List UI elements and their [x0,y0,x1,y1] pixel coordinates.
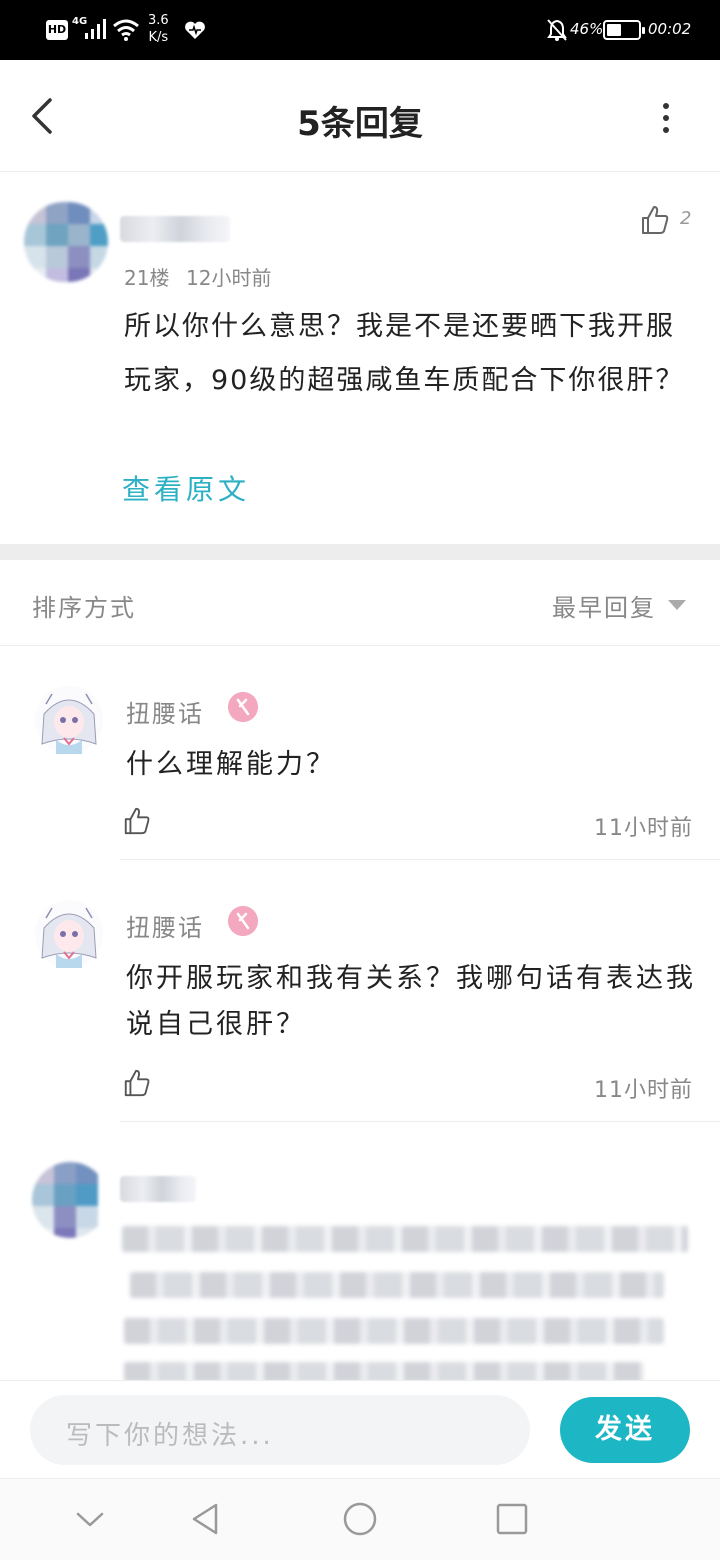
nav-recents-icon[interactable] [494,1501,530,1537]
wifi-icon [113,19,139,41]
sort-label: 排序方式 [32,594,136,622]
battery-percent: 46% [570,20,604,38]
heart-icon [185,21,205,39]
nav-collapse-icon[interactable] [72,1501,108,1537]
signal-icon [85,19,106,39]
avatar[interactable] [34,684,104,756]
speed-unit: K/s [148,30,169,45]
redacted-text-line [124,1362,644,1380]
reply-text: 你开服玩家和我有关系？我哪句话有表达我说自己很肝？ [126,963,696,1040]
avatar[interactable] [24,202,108,282]
comment-input[interactable]: 写下你的想法... [30,1395,530,1465]
redacted-text-line [124,1318,664,1344]
reply-time: 11小时前 [594,1078,693,1103]
thumbs-up-icon[interactable] [122,1068,152,1098]
network-speed: 3.6 K/s [148,12,169,46]
redacted-text-line [130,1272,664,1298]
redacted-text-line [122,1226,688,1252]
section-divider [0,544,720,560]
more-vert-icon[interactable] [656,100,676,136]
reply-username[interactable]: 扭腰话 [126,908,204,943]
reply-text: 什么理解能力？ [126,749,336,780]
reply-username[interactable]: 扭腰话 [126,694,204,729]
clock: 00:02 [648,20,692,38]
comment-input-bar: 写下你的想法... 发送 [0,1380,720,1478]
nav-home-icon[interactable] [342,1501,378,1537]
username-redacted[interactable] [120,216,230,242]
thumbs-up-icon[interactable] [122,806,152,836]
original-comment: 21楼 12小时前 2 所以你什么意思？我是不是还要晒下我开服玩家，90级的超强… [0,172,720,544]
send-button[interactable]: 发送 [560,1397,690,1463]
status-bar: HD 4G 3.6 K/s 46% 00:02 [0,0,720,60]
reply-item-redacted [0,1122,720,1380]
user-badge-icon [228,906,258,936]
nav-back-icon[interactable] [188,1501,224,1537]
app-header: 5条回复 [0,60,720,172]
sort-bar: 排序方式 最早回复 [0,560,720,646]
page-title: 5条回复 [297,104,423,144]
reply-time: 11小时前 [594,816,693,841]
comment-text: 所以你什么意思？我是不是还要晒下我开服玩家，90级的超强咸鱼车质配合下你很肝？ [124,311,685,396]
username-redacted[interactable] [120,1176,196,1202]
avatar[interactable] [34,898,104,970]
hd-indicator: HD [46,20,68,40]
caret-down-icon[interactable] [668,600,686,610]
like-count: 2 [680,208,692,229]
reply-item: 扭腰话 什么理解能力？ 11小时前 [0,646,720,860]
battery-icon [603,20,645,40]
bell-off-icon [547,19,567,41]
post-time: 12小时前 [186,266,272,290]
view-original-link[interactable]: 查看原文 [122,468,250,508]
sort-dropdown[interactable]: 最早回复 [552,588,656,623]
speed-value: 3.6 [148,13,169,28]
user-badge-icon [228,692,258,722]
system-nav-bar [0,1478,720,1560]
reply-item: 扭腰话 你开服玩家和我有关系？我哪句话有表达我说自己很肝？ 11小时前 [0,860,720,1122]
thumbs-up-icon[interactable] [640,204,670,236]
comment-input-placeholder: 写下你的想法... [66,1421,274,1451]
avatar[interactable] [32,1162,108,1238]
floor-number: 21楼 [124,266,170,290]
